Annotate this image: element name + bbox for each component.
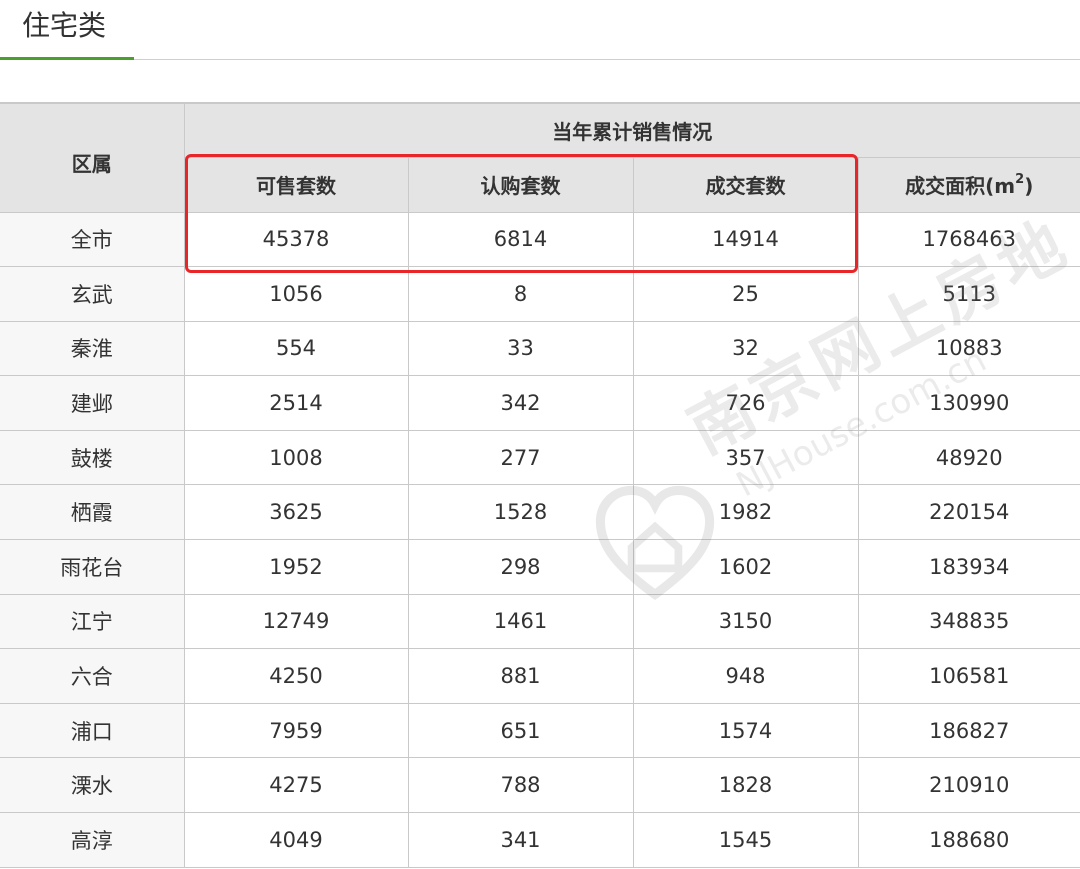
subscribed-cell: 6814: [407, 211, 634, 268]
area-cell: 183934: [857, 539, 1080, 595]
group-header: 当年累计销售情况: [183, 102, 1080, 158]
available-cell: 3625: [183, 484, 409, 541]
district-cell: 浦口: [0, 702, 185, 759]
available-cell: 4250: [183, 648, 409, 704]
table-row: 六合 4250 881 948 106581: [0, 648, 1080, 704]
district-cell: 全市: [0, 211, 185, 268]
sold-cell: 25: [632, 266, 859, 322]
subscribed-cell: 1461: [407, 593, 634, 650]
area-cell: 5113: [857, 266, 1080, 322]
sold-cell: 32: [632, 320, 859, 377]
available-cell: 4275: [183, 757, 409, 814]
available-cell: 7959: [183, 702, 409, 759]
subscribed-cell: 342: [407, 375, 634, 431]
sold-cell: 1545: [632, 812, 859, 868]
area-cell: 186827: [857, 702, 1080, 759]
district-cell: 秦淮: [0, 320, 185, 377]
subscribed-cell: 8: [407, 266, 634, 322]
sold-cell: 948: [632, 648, 859, 704]
area-cell: 348835: [857, 593, 1080, 650]
district-cell: 江宁: [0, 593, 185, 650]
subscribed-cell: 788: [407, 757, 634, 814]
available-cell: 554: [183, 320, 409, 377]
table-row: 江宁 12749 1461 3150 348835: [0, 593, 1080, 650]
col-header-area-exponent: 2: [1015, 172, 1025, 188]
district-cell: 鼓楼: [0, 429, 185, 486]
col-header-subscribed: 认购套数: [407, 156, 634, 213]
header-row-group: 区属 当年累计销售情况: [0, 102, 1080, 213]
district-cell: 玄武: [0, 266, 185, 322]
table-row: 鼓楼 1008 277 357 48920: [0, 429, 1080, 486]
sold-cell: 1982: [632, 484, 859, 541]
sold-cell: 14914: [632, 211, 859, 268]
area-cell: 220154: [857, 484, 1080, 541]
tab-bar: 住宅类: [0, 0, 1080, 60]
sold-cell: 726: [632, 375, 859, 431]
available-cell: 4049: [183, 812, 409, 868]
subscribed-cell: 298: [407, 539, 634, 595]
available-cell: 1008: [183, 429, 409, 486]
subscribed-cell: 341: [407, 812, 634, 868]
table-row: 玄武 1056 8 25 5113: [0, 266, 1080, 322]
col-header-area-text: 成交面积(m: [905, 174, 1016, 198]
area-cell: 188680: [857, 812, 1080, 868]
table-row: 溧水 4275 788 1828 210910: [0, 757, 1080, 814]
table-row: 浦口 7959 651 1574 186827: [0, 702, 1080, 759]
available-cell: 12749: [183, 593, 409, 650]
subscribed-cell: 277: [407, 429, 634, 486]
tab-residential[interactable]: 住宅类: [0, 0, 134, 60]
table-row: 全市 45378 6814 14914 1768463: [0, 211, 1080, 268]
table-row: 秦淮 554 33 32 10883: [0, 320, 1080, 377]
table-row: 高淳 4049 341 1545 188680: [0, 812, 1080, 868]
area-cell: 106581: [857, 648, 1080, 704]
subscribed-cell: 651: [407, 702, 634, 759]
sold-cell: 3150: [632, 593, 859, 650]
col-header-available: 可售套数: [184, 156, 409, 213]
area-cell: 130990: [857, 375, 1080, 431]
subscribed-cell: 1528: [407, 484, 634, 541]
sales-table: 区属 当年累计销售情况 可售套数 认购套数 成交套数 成交面积(m2) 全市 4…: [0, 102, 1080, 868]
available-cell: 1952: [183, 539, 409, 595]
sold-cell: 1602: [632, 539, 859, 595]
table-row: 建邺 2514 342 726 130990: [0, 375, 1080, 431]
district-cell: 栖霞: [0, 484, 185, 541]
area-cell: 1768463: [857, 211, 1080, 268]
area-cell: 48920: [857, 429, 1080, 486]
subscribed-cell: 33: [407, 320, 634, 377]
available-cell: 45378: [183, 211, 409, 268]
table-row: 栖霞 3625 1528 1982 220154: [0, 484, 1080, 541]
sold-cell: 1828: [632, 757, 859, 814]
tab-label: 住宅类: [22, 9, 107, 42]
district-cell: 建邺: [0, 375, 185, 431]
col-header-area-close: ): [1024, 174, 1034, 198]
available-cell: 1056: [183, 266, 409, 322]
district-cell: 溧水: [0, 757, 185, 814]
subscribed-cell: 881: [407, 648, 634, 704]
district-cell: 雨花台: [0, 539, 185, 595]
sold-cell: 357: [632, 429, 859, 486]
district-cell: 六合: [0, 648, 185, 704]
area-cell: 210910: [857, 757, 1080, 814]
area-cell: 10883: [857, 320, 1080, 377]
district-cell: 高淳: [0, 812, 185, 868]
district-header: 区属: [0, 102, 185, 213]
sold-cell: 1574: [632, 702, 859, 759]
col-header-area: 成交面积(m2): [857, 156, 1080, 213]
available-cell: 2514: [183, 375, 409, 431]
col-header-sold: 成交套数: [632, 156, 859, 213]
table-row: 雨花台 1952 298 1602 183934: [0, 539, 1080, 595]
